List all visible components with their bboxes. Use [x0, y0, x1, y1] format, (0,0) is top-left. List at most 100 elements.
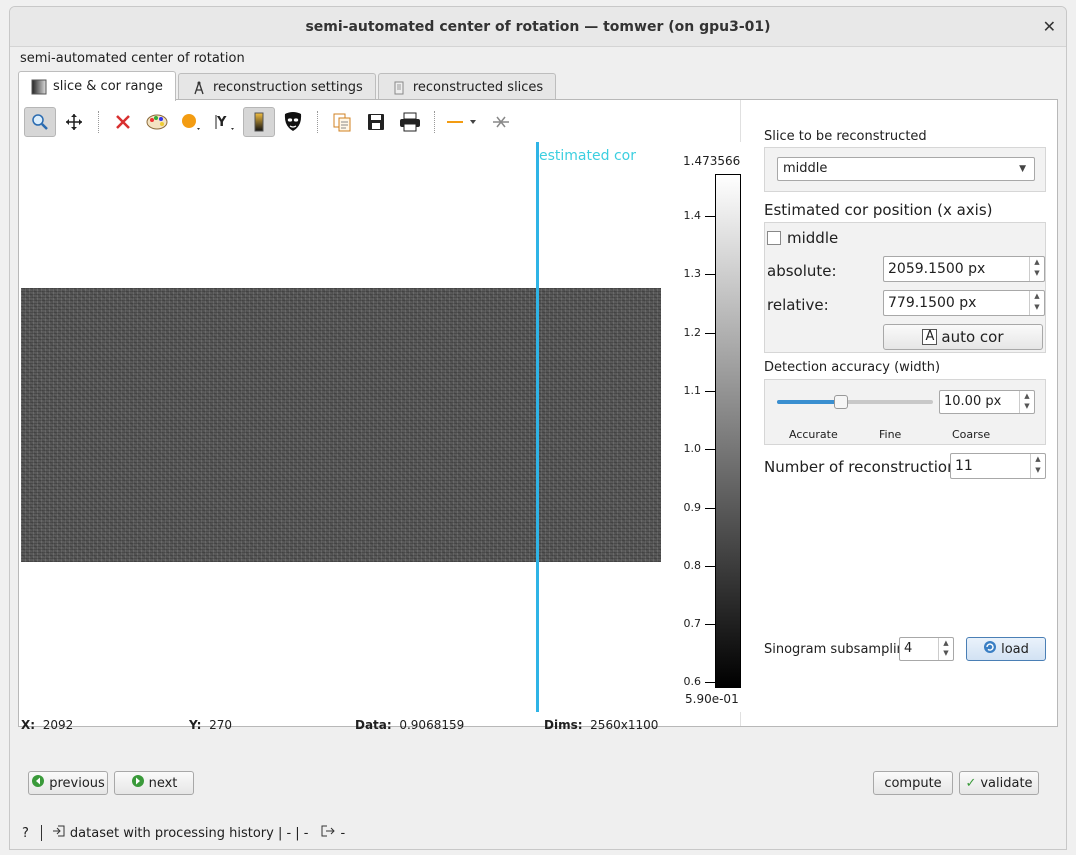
- save-icon[interactable]: [360, 107, 392, 137]
- tab-reconstructed-slices[interactable]: reconstructed slices: [377, 73, 557, 101]
- spin-arrows-icon[interactable]: ▲ ▼: [1029, 257, 1044, 281]
- checkmark-icon: ✓: [965, 775, 977, 791]
- colorbar-icon[interactable]: [243, 107, 275, 137]
- colorbar-tick-label: 1.4: [683, 209, 702, 222]
- cor-section-title: Estimated cor position (x axis): [764, 201, 993, 219]
- auto-cor-button[interactable]: A auto cor: [883, 324, 1043, 350]
- plot-area[interactable]: estimated cor 1.473566 5.90e-01 1.4 1.3 1.…: [21, 142, 749, 712]
- output-icon: [320, 824, 336, 842]
- nrecon-value: 11: [955, 458, 973, 474]
- slice-select[interactable]: middle ▼: [777, 157, 1035, 181]
- relative-spinbox[interactable]: 779.1500 px ▲ ▼: [883, 290, 1045, 316]
- dims-value: 2560x1100: [590, 718, 659, 732]
- relative-label: relative:: [767, 296, 829, 314]
- pan-icon[interactable]: [58, 107, 90, 137]
- colormap-icon[interactable]: [141, 107, 173, 137]
- colorbar-tick: [705, 624, 715, 626]
- colorbar-tick-label: 0.6: [683, 675, 702, 689]
- help-icon[interactable]: ?: [22, 826, 29, 841]
- middle-checkbox[interactable]: [767, 231, 781, 245]
- spin-arrows-icon[interactable]: ▲ ▼: [1030, 454, 1045, 478]
- sinogram-image[interactable]: [21, 288, 661, 562]
- document-icon: [391, 80, 407, 96]
- arrow-right-icon: [131, 774, 145, 792]
- plot-toolbar: Y: [20, 104, 748, 140]
- slice-select-value: middle: [783, 161, 828, 176]
- copy-icon[interactable]: [326, 107, 358, 137]
- validate-button[interactable]: ✓ validate: [959, 771, 1039, 795]
- next-label: next: [148, 775, 178, 791]
- colorbar-tick: [705, 332, 715, 334]
- tab-reconstruction-settings[interactable]: reconstruction settings: [177, 73, 376, 101]
- colorbar-tick-label: 0.8: [683, 558, 702, 572]
- zoom-icon[interactable]: [24, 107, 56, 137]
- data-label: Data:: [355, 718, 392, 732]
- svg-text:Y: Y: [216, 115, 227, 130]
- colorbar-max-label: 1.473566: [683, 154, 741, 168]
- accuracy-label-coarse: Coarse: [952, 428, 991, 441]
- accuracy-value: 10.00 px: [944, 394, 1002, 409]
- line-style-icon[interactable]: [443, 107, 483, 137]
- x-value: 2092: [42, 718, 74, 732]
- accuracy-slider[interactable]: [777, 394, 933, 410]
- middle-checkbox-row[interactable]: middle: [767, 229, 838, 247]
- plot-status-line: X: 2092 Y: 270 Data: 0.9068159 Dims: 256…: [21, 718, 749, 732]
- tab-bar: slice & cor range reconstruction setting…: [18, 71, 558, 101]
- footer-bar: ? dataset with processing history | - | …: [10, 821, 1066, 845]
- slice-section-label: Slice to be reconstructed: [764, 129, 927, 144]
- print-icon[interactable]: [394, 107, 426, 137]
- absolute-value: 2059.1500 px: [888, 261, 986, 277]
- tab-slice-cor-range[interactable]: slice & cor range: [18, 71, 176, 101]
- tab-label: slice & cor range: [53, 79, 163, 94]
- slice-group: middle ▼: [764, 147, 1046, 192]
- main-window: semi-automated center of rotation — tomw…: [9, 6, 1067, 850]
- accuracy-spinbox[interactable]: 10.00 px ▲ ▼: [939, 390, 1035, 414]
- colorbar-tick: [705, 449, 715, 451]
- title-bar: semi-automated center of rotation — tomw…: [10, 7, 1066, 47]
- cor-group: middle absolute: 2059.1500 px ▲ ▼ relativ…: [764, 222, 1046, 353]
- colorbar[interactable]: [715, 174, 741, 688]
- y-label: Y:: [189, 718, 202, 732]
- compass-icon: [191, 80, 207, 96]
- validate-label: validate: [980, 775, 1033, 791]
- marker-icon[interactable]: [175, 107, 207, 137]
- nrecon-spinbox[interactable]: 11 ▲ ▼: [950, 453, 1046, 479]
- mask-icon[interactable]: [277, 107, 309, 137]
- accuracy-group: 10.00 px ▲ ▼ Accurate Fine Coarse: [764, 379, 1046, 445]
- auto-cor-label: auto cor: [941, 328, 1004, 346]
- accuracy-label-accurate: Accurate: [789, 428, 838, 441]
- subsampling-value: 4: [904, 641, 913, 656]
- colorbar-tick-label: 1.3: [683, 267, 702, 281]
- colorbar-tick-label: 1.1: [683, 383, 702, 397]
- arrow-left-icon: [31, 774, 45, 792]
- compute-button[interactable]: compute: [873, 771, 953, 795]
- colorbar-tick: [705, 390, 715, 392]
- colorbar-tick: [705, 216, 715, 217]
- reset-zoom-icon[interactable]: [107, 107, 139, 137]
- spin-arrows-icon[interactable]: ▲ ▼: [938, 638, 953, 660]
- colorbar-tick-label: 1.2: [683, 325, 702, 339]
- window-title: semi-automated center of rotation — tomw…: [305, 19, 771, 35]
- colorbar-tick-label: 1.0: [683, 442, 702, 456]
- close-icon[interactable]: ✕: [1043, 7, 1056, 47]
- x-label: X:: [21, 718, 36, 732]
- load-button[interactable]: load: [966, 637, 1046, 661]
- subsampling-spinbox[interactable]: 4 ▲ ▼: [899, 637, 954, 661]
- colorbar-tick: [705, 274, 715, 276]
- data-value: 0.9068159: [399, 718, 465, 732]
- cor-marker-label: estimated cor: [539, 148, 636, 164]
- next-button[interactable]: next: [114, 771, 194, 795]
- y-axis-icon[interactable]: Y: [209, 107, 241, 137]
- absolute-spinbox[interactable]: 2059.1500 px ▲ ▼: [883, 256, 1045, 282]
- y-value: 270: [209, 718, 232, 732]
- load-label: load: [1001, 641, 1029, 657]
- clear-profile-icon[interactable]: [485, 107, 517, 137]
- chevron-down-icon: ▼: [1019, 164, 1026, 174]
- nrecon-label: Number of reconstruction: [764, 458, 957, 476]
- previous-button[interactable]: previous: [28, 771, 108, 795]
- cor-marker-line[interactable]: [536, 142, 539, 712]
- spin-arrows-icon[interactable]: ▲ ▼: [1019, 391, 1034, 413]
- colorbar-tick: [705, 682, 715, 684]
- middle-checkbox-label: middle: [787, 229, 839, 247]
- spin-arrows-icon[interactable]: ▲ ▼: [1029, 291, 1044, 315]
